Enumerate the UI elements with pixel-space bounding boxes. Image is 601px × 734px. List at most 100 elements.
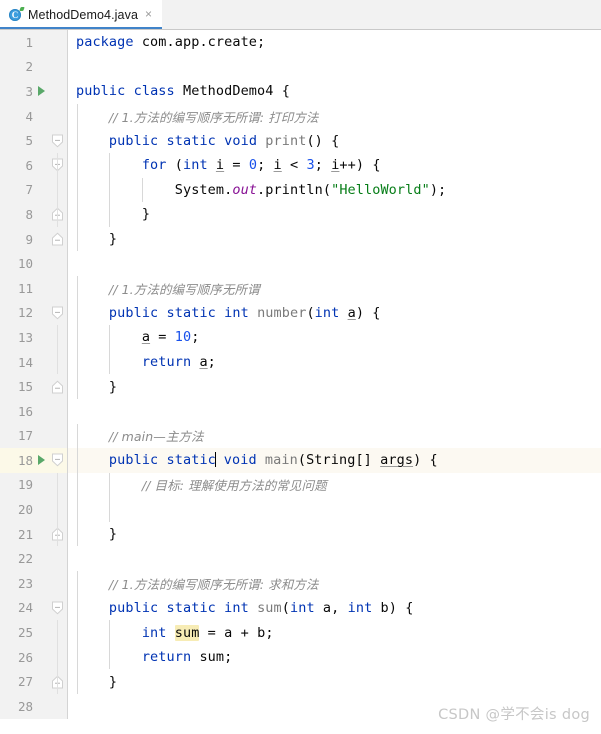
tab-methoddemo4-java[interactable]: C MethodDemo4.java × xyxy=(0,0,163,29)
fold-end-icon[interactable] xyxy=(52,380,63,394)
editor-gutter[interactable]: 25 xyxy=(0,620,68,645)
run-arrow-icon[interactable] xyxy=(38,455,45,466)
code-line-content[interactable]: // 目标: 理解使用方法的常见问题 xyxy=(68,472,601,498)
editor-gutter[interactable]: 19 xyxy=(0,472,68,498)
code-line[interactable]: 5 public static void print() { xyxy=(0,128,601,153)
code-line-content[interactable]: package com.app.create; xyxy=(68,30,601,55)
code-line-content[interactable]: } xyxy=(68,669,601,695)
code-line[interactable]: 6 for (int i = 0; i < 3; i++) { xyxy=(0,152,601,178)
code-line-content[interactable] xyxy=(68,546,601,571)
code-line[interactable]: 7 System.out.println("HelloWorld"); xyxy=(0,177,601,203)
editor-gutter[interactable]: 27 xyxy=(0,669,68,695)
code-lines-container[interactable]: 1 package com.app.create; 2 3 public class M… xyxy=(0,30,601,734)
editor-gutter[interactable]: 1 xyxy=(0,30,68,55)
fold-expanded-icon[interactable] xyxy=(52,306,63,320)
code-line-content[interactable] xyxy=(68,497,601,522)
code-line-content[interactable] xyxy=(68,399,601,424)
code-line[interactable]: 19 // 目标: 理解使用方法的常见问题 xyxy=(0,472,601,498)
code-line[interactable]: 21 } xyxy=(0,521,601,547)
token-ident: println xyxy=(265,181,323,198)
editor-gutter[interactable]: 16 xyxy=(0,398,68,424)
editor-gutter[interactable]: 8 xyxy=(0,202,68,227)
code-line-content[interactable]: // 1.方法的编写顺序无所谓 xyxy=(68,275,601,301)
code-line-content[interactable]: // main—主方法 xyxy=(68,423,601,449)
code-line[interactable]: 12 public static int number(int a) { xyxy=(0,300,601,326)
editor-gutter[interactable]: 28 xyxy=(0,694,68,719)
code-line[interactable]: 11 // 1.方法的编写顺序无所谓 xyxy=(0,275,601,301)
code-line[interactable]: 2 xyxy=(0,54,601,80)
editor-gutter[interactable]: 10 xyxy=(0,251,68,276)
code-line[interactable]: 3 public class MethodDemo4 { xyxy=(0,79,601,104)
code-line[interactable]: 15 } xyxy=(0,374,601,399)
close-icon[interactable]: × xyxy=(143,7,154,22)
editor-gutter[interactable]: 26 xyxy=(0,644,68,670)
code-line-content[interactable]: public static void main(String[] args) { xyxy=(68,448,601,473)
code-line-content[interactable]: // 1.方法的编写顺序无所谓: 求和方法 xyxy=(68,571,601,596)
code-line[interactable]: 27 } xyxy=(0,669,601,695)
code-line-content[interactable]: } xyxy=(68,226,601,252)
code-line[interactable]: 17 // main—主方法 xyxy=(0,423,601,449)
editor-gutter[interactable]: 17 xyxy=(0,423,68,449)
fold-expanded-icon[interactable] xyxy=(52,134,63,148)
code-line-content[interactable]: System.out.println("HelloWorld"); xyxy=(68,177,601,203)
code-line-content[interactable] xyxy=(68,694,601,719)
editor-gutter[interactable]: 21 xyxy=(0,521,68,547)
code-line[interactable]: 1 package com.app.create; xyxy=(0,30,601,55)
code-line-content[interactable]: public static int sum(int a, int b) { xyxy=(68,595,601,621)
editor-gutter[interactable]: 7 xyxy=(0,177,68,203)
editor-gutter[interactable]: 2 xyxy=(0,54,68,80)
code-line-content[interactable]: // 1.方法的编写顺序无所谓: 打印方法 xyxy=(68,103,601,129)
code-line[interactable]: 22 xyxy=(0,546,601,572)
editor-gutter[interactable]: 4 xyxy=(0,103,68,129)
editor-gutter[interactable]: 12 xyxy=(0,300,68,326)
code-line-content[interactable]: public class MethodDemo4 { xyxy=(68,79,601,104)
token-hl: sum xyxy=(174,624,200,641)
editor-gutter[interactable]: 14 xyxy=(0,349,68,375)
code-line[interactable]: 10 xyxy=(0,251,601,276)
code-line-content[interactable]: int sum = a + b; xyxy=(68,620,601,645)
code-line[interactable]: 23 // 1.方法的编写顺序无所谓: 求和方法 xyxy=(0,571,601,596)
code-line[interactable]: 28 xyxy=(0,694,601,719)
code-line-content[interactable]: } xyxy=(68,202,601,227)
code-line[interactable]: 8 } xyxy=(0,202,601,227)
token-sp xyxy=(249,305,257,321)
code-line[interactable]: 26 return sum; xyxy=(0,644,601,670)
token-sp xyxy=(216,305,224,321)
code-line-content[interactable]: public static void print() { xyxy=(68,128,601,153)
code-line[interactable]: 13 a = 10; xyxy=(0,325,601,350)
code-line-content[interactable] xyxy=(68,251,601,276)
code-line[interactable]: 24 public static int sum(int a, int b) { xyxy=(0,595,601,621)
editor-gutter[interactable]: 6 xyxy=(0,152,68,178)
editor-gutter[interactable]: 23 xyxy=(0,571,68,596)
code-line[interactable]: 16 xyxy=(0,398,601,424)
editor-gutter[interactable]: 13 xyxy=(0,325,68,350)
code-line-content[interactable]: public static int number(int a) { xyxy=(68,300,601,326)
code-line-content[interactable]: for (int i = 0; i < 3; i++) { xyxy=(68,152,601,178)
editor-gutter[interactable]: 3 xyxy=(0,79,68,104)
code-line[interactable]: 25 int sum = a + b; xyxy=(0,620,601,645)
code-line[interactable]: 20 xyxy=(0,497,601,522)
code-line[interactable]: 18 public static void main(String[] args… xyxy=(0,448,601,473)
fold-expanded-icon[interactable] xyxy=(52,453,63,467)
editor-gutter[interactable]: 9 xyxy=(0,226,68,252)
code-line[interactable]: 4 // 1.方法的编写顺序无所谓: 打印方法 xyxy=(0,103,601,129)
code-line-content[interactable]: } xyxy=(68,521,601,547)
code-line-content[interactable]: } xyxy=(68,374,601,399)
code-editor[interactable]: 1 package com.app.create; 2 3 public class M… xyxy=(0,30,601,734)
fold-end-icon[interactable] xyxy=(52,232,63,246)
code-line-content[interactable]: return a; xyxy=(68,349,601,375)
code-line-content[interactable] xyxy=(68,55,601,80)
code-line[interactable]: 14 return a; xyxy=(0,349,601,375)
editor-gutter[interactable]: 24 xyxy=(0,595,68,621)
run-arrow-icon[interactable] xyxy=(38,86,45,97)
editor-gutter[interactable]: 20 xyxy=(0,497,68,522)
code-line-content[interactable]: a = 10; xyxy=(68,325,601,350)
editor-gutter[interactable]: 22 xyxy=(0,546,68,572)
editor-gutter[interactable]: 18 xyxy=(0,448,68,473)
code-line-content[interactable]: return sum; xyxy=(68,644,601,670)
editor-gutter[interactable]: 11 xyxy=(0,275,68,301)
code-line[interactable]: 9 } xyxy=(0,226,601,252)
editor-gutter[interactable]: 15 xyxy=(0,374,68,399)
fold-expanded-icon[interactable] xyxy=(52,601,63,615)
editor-gutter[interactable]: 5 xyxy=(0,128,68,153)
